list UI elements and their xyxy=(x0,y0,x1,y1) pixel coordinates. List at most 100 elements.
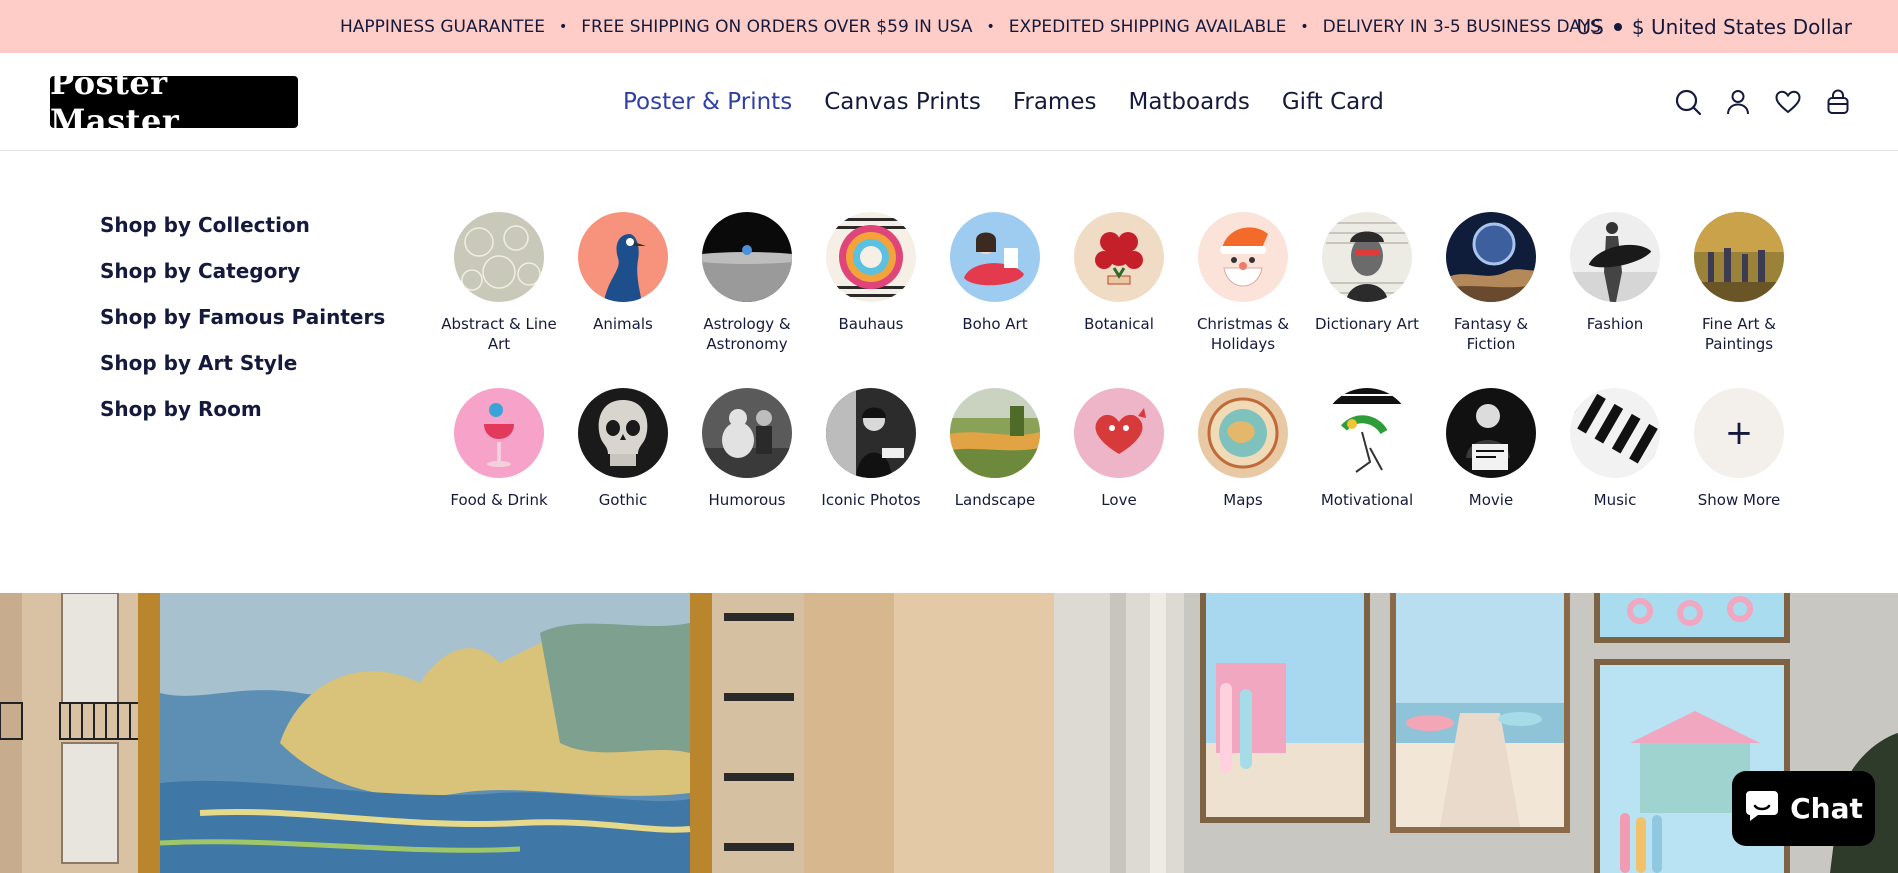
account-icon[interactable] xyxy=(1724,88,1752,116)
category-food[interactable]: Food & Drink xyxy=(437,388,561,564)
site-header: Poster Master Poster & Prints Canvas Pri… xyxy=(0,53,1898,151)
category-label: Gothic xyxy=(598,491,648,509)
category-animals[interactable]: Animals xyxy=(561,212,685,388)
category-maps[interactable]: Maps xyxy=(1181,388,1305,564)
dictionary-thumbnail-icon xyxy=(1322,212,1412,302)
chat-bubble-icon xyxy=(1744,787,1780,830)
category-label: Christmas & Holidays xyxy=(1196,315,1290,353)
category-label: Boho Art xyxy=(962,315,1028,333)
iconic-photo-thumbnail-icon xyxy=(826,388,916,478)
category-label: Abstract & Line Art xyxy=(441,315,557,353)
category-christmas[interactable]: Christmas & Holidays xyxy=(1181,212,1305,388)
category-label: Movie xyxy=(1468,491,1514,509)
plus-icon: + xyxy=(1694,388,1784,478)
category-label: Bauhaus xyxy=(838,315,904,333)
landscape-thumbnail-icon xyxy=(950,388,1040,478)
category-label: Motivational xyxy=(1320,491,1414,509)
main-nav: Poster & Prints Canvas Prints Frames Mat… xyxy=(623,53,1416,151)
category-botanical[interactable]: Botanical xyxy=(1057,212,1181,388)
category-motivational[interactable]: Motivational xyxy=(1305,388,1429,564)
category-label: Fashion xyxy=(1586,315,1644,333)
nav-poster-prints[interactable]: Poster & Prints xyxy=(623,89,792,115)
category-abstract[interactable]: Abstract & Line Art xyxy=(437,212,561,388)
search-icon[interactable] xyxy=(1674,88,1702,116)
category-show-more[interactable]: + Show More xyxy=(1677,388,1801,564)
nav-frames[interactable]: Frames xyxy=(1013,89,1097,115)
category-love[interactable]: Love xyxy=(1057,388,1181,564)
category-label: Fantasy & Fiction xyxy=(1453,315,1529,353)
category-label: Maps xyxy=(1223,491,1263,509)
peacock-thumbnail-icon xyxy=(578,212,668,302)
skull-thumbnail-icon xyxy=(578,388,668,478)
chat-button[interactable]: Chat xyxy=(1732,771,1875,846)
motivational-thumbnail-icon xyxy=(1322,388,1412,478)
side-link-famous-painters[interactable]: Shop by Famous Painters xyxy=(100,304,385,350)
announcement-bar: HAPPINESS GUARANTEE • FREE SHIPPING ON O… xyxy=(0,0,1898,53)
santa-thumbnail-icon xyxy=(1198,212,1288,302)
category-label: Humorous xyxy=(708,491,786,509)
cart-bag-icon[interactable] xyxy=(1824,88,1852,116)
bauhaus-thumbnail-icon xyxy=(826,212,916,302)
cocktail-thumbnail-icon xyxy=(454,388,544,478)
currency-dot-icon xyxy=(1613,22,1622,31)
category-label: Show More xyxy=(1697,491,1781,509)
wishlist-heart-icon[interactable] xyxy=(1774,88,1802,116)
category-bauhaus[interactable]: Bauhaus xyxy=(809,212,933,388)
hero-banner xyxy=(0,593,1898,873)
fashion-thumbnail-icon xyxy=(1570,212,1660,302)
header-icons xyxy=(1674,53,1852,151)
fineart-thumbnail-icon xyxy=(1694,212,1784,302)
category-boho[interactable]: Boho Art xyxy=(933,212,1057,388)
announcement-items: HAPPINESS GUARANTEE • FREE SHIPPING ON O… xyxy=(340,0,1601,53)
botanical-thumbnail-icon xyxy=(1074,212,1164,302)
boho-thumbnail-icon xyxy=(950,212,1040,302)
side-link-art-style[interactable]: Shop by Art Style xyxy=(100,350,385,396)
announcement-separator: • xyxy=(986,18,995,35)
category-gothic[interactable]: Gothic xyxy=(561,388,685,564)
category-astrology[interactable]: Astrology & Astronomy xyxy=(685,212,809,388)
category-iconic[interactable]: Iconic Photos xyxy=(809,388,933,564)
category-fineart[interactable]: Fine Art & Paintings xyxy=(1677,212,1801,388)
side-link-collection[interactable]: Shop by Collection xyxy=(100,212,385,258)
category-label: Fine Art & Paintings xyxy=(1702,315,1776,353)
category-music[interactable]: Music xyxy=(1553,388,1677,564)
movie-clapper-thumbnail-icon xyxy=(1446,388,1536,478)
side-link-room[interactable]: Shop by Room xyxy=(100,396,385,442)
category-label: Botanical xyxy=(1084,315,1154,333)
moon-earth-thumbnail-icon xyxy=(702,212,792,302)
category-label: Food & Drink xyxy=(450,491,548,509)
category-label: Love xyxy=(1101,491,1137,509)
category-movie[interactable]: Movie xyxy=(1429,388,1553,564)
announcement-item: FREE SHIPPING ON ORDERS OVER $59 IN USA xyxy=(581,16,973,37)
chat-label: Chat xyxy=(1790,792,1863,825)
side-link-category[interactable]: Shop by Category xyxy=(100,258,385,304)
category-label: Astrology & Astronomy xyxy=(703,315,791,353)
category-fantasy[interactable]: Fantasy & Fiction xyxy=(1429,212,1553,388)
nav-gift-card[interactable]: Gift Card xyxy=(1282,89,1384,115)
category-humorous[interactable]: Humorous xyxy=(685,388,809,564)
category-label: Animals xyxy=(593,315,653,333)
love-heart-thumbnail-icon xyxy=(1074,388,1164,478)
fantasy-thumbnail-icon xyxy=(1446,212,1536,302)
abstract-thumbnail-icon xyxy=(454,212,544,302)
map-globe-thumbnail-icon xyxy=(1198,388,1288,478)
currency-selector[interactable]: US $ United States Dollar xyxy=(1577,0,1852,53)
announcement-item: EXPEDITED SHIPPING AVAILABLE xyxy=(1008,16,1287,37)
nav-matboards[interactable]: Matboards xyxy=(1128,89,1249,115)
humorous-thumbnail-icon xyxy=(702,388,792,478)
announcement-item: DELIVERY IN 3-5 BUSINESS DAYS xyxy=(1322,16,1601,37)
category-dictionary[interactable]: Dictionary Art xyxy=(1305,212,1429,388)
logo[interactable]: Poster Master xyxy=(50,64,298,140)
mega-menu: Shop by Collection Shop by Category Shop… xyxy=(0,152,1898,593)
category-label: Music xyxy=(1593,491,1637,509)
country-code: US xyxy=(1576,14,1604,39)
category-label: Dictionary Art xyxy=(1314,315,1419,333)
nav-canvas-prints[interactable]: Canvas Prints xyxy=(824,89,981,115)
piano-keys-thumbnail-icon xyxy=(1570,388,1660,478)
mega-menu-side-links: Shop by Collection Shop by Category Shop… xyxy=(100,212,385,442)
announcement-separator: • xyxy=(1300,18,1309,35)
category-grid: Abstract & Line Art Animals Astrology & … xyxy=(437,212,1801,564)
category-landscape[interactable]: Landscape xyxy=(933,388,1057,564)
currency-label: $ United States Dollar xyxy=(1631,14,1852,39)
category-fashion[interactable]: Fashion xyxy=(1553,212,1677,388)
